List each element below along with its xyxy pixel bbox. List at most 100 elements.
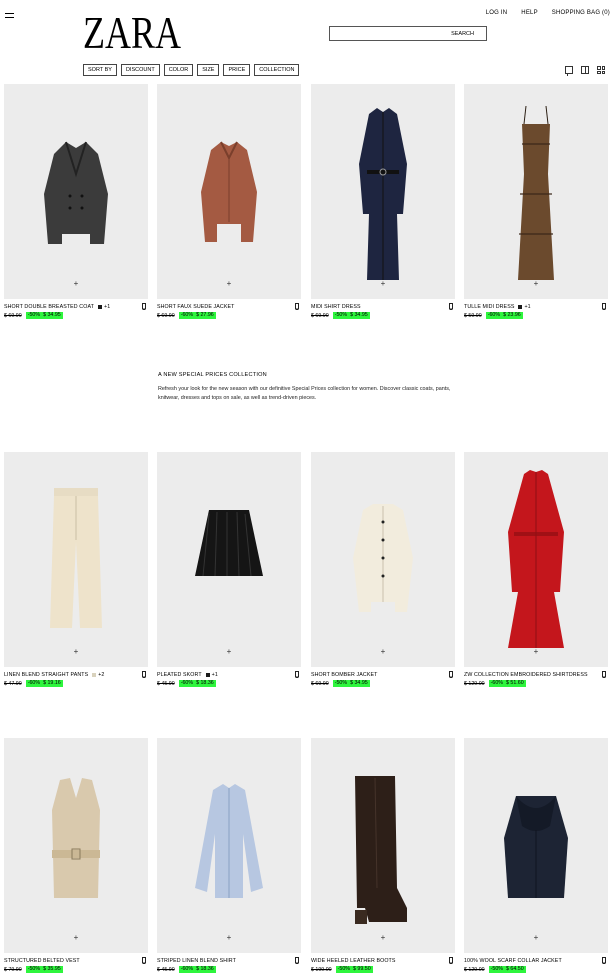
product-name[interactable]: ZW COLLECTION EMBROIDERED SHIRTDRESS xyxy=(464,672,588,678)
add-to-bag-icon[interactable]: + xyxy=(534,280,539,288)
more-colors-count: +1 xyxy=(104,303,111,310)
bookmark-icon[interactable] xyxy=(142,303,146,310)
two-column-view-icon[interactable] xyxy=(581,66,589,74)
product-name[interactable]: PLEATED SKORT xyxy=(157,672,202,678)
size-filter-button[interactable]: SIZE xyxy=(197,64,220,76)
search-label: SEARCH xyxy=(451,31,474,37)
search-input[interactable]: SEARCH xyxy=(329,26,487,41)
shopping-bag-link[interactable]: SHOPPING BAG (0) xyxy=(552,10,610,16)
sale-price: $ 64.50 xyxy=(505,966,526,973)
shirt-icon xyxy=(195,784,263,898)
product-image[interactable]: + xyxy=(311,738,455,953)
help-link[interactable]: HELP xyxy=(521,10,537,16)
sort-by-button[interactable]: SORT BY xyxy=(83,64,117,76)
grid-view-icon[interactable] xyxy=(597,66,605,74)
product-name-row: 100% WOOL SCARF COLLAR JACKET xyxy=(464,957,608,964)
shirt-dress-icon xyxy=(359,108,407,280)
product-card[interactable]: +100% WOOL SCARF COLLAR JACKET $ 129.00 -5… xyxy=(464,738,608,973)
product-image[interactable]: + xyxy=(311,452,455,667)
product-card[interactable]: + SHORT DOUBLE BREASTED COAT +1 $ 69.90 -50%… xyxy=(4,84,148,319)
product-image[interactable]: + xyxy=(4,452,148,667)
add-to-bag-icon[interactable]: + xyxy=(534,934,539,942)
bookmark-icon[interactable] xyxy=(449,671,453,678)
add-to-bag-icon[interactable]: + xyxy=(381,648,386,656)
product-name[interactable]: STRUCTURED BELTED VEST xyxy=(4,958,80,964)
original-price: $ 129.00 xyxy=(464,966,485,973)
color-filter-button[interactable]: COLOR xyxy=(163,64,194,76)
color-swatch[interactable] xyxy=(205,672,210,677)
product-name[interactable]: TULLE MIDI DRESS xyxy=(464,304,514,310)
product-card[interactable]: + ZW COLLECTION EMBROIDERED SHIRTDRESS $ 1… xyxy=(464,452,608,687)
product-image[interactable]: + xyxy=(311,84,455,299)
product-name[interactable]: SHORT DOUBLE BREASTED COAT xyxy=(4,304,94,310)
menu-icon[interactable] xyxy=(5,13,14,18)
single-view-icon[interactable] xyxy=(565,66,573,76)
discount-badge: -60% xyxy=(178,966,196,973)
sale-price: $ 51.60 xyxy=(505,680,526,687)
discount-badge: -60% xyxy=(25,680,43,687)
color-swatch[interactable] xyxy=(518,304,523,309)
red-shirtdress-icon xyxy=(508,470,564,648)
price-row: $ 129.00 -60% $ 51.60 xyxy=(464,680,608,687)
add-to-bag-icon[interactable]: + xyxy=(74,280,79,288)
add-to-bag-icon[interactable]: + xyxy=(74,648,79,656)
product-card[interactable]: + STRIPED LINEN BLEND SHIRT $ 45.90 -60% $ 1… xyxy=(157,738,301,973)
price-filter-button[interactable]: PRICE xyxy=(223,64,251,76)
sale-price: $ 27.96 xyxy=(195,312,216,319)
add-to-bag-icon[interactable]: + xyxy=(381,280,386,288)
add-to-bag-icon[interactable]: + xyxy=(227,648,232,656)
product-card[interactable]: + WIDE HEELED LEATHER BOOTS $ 199.00 -50% $ … xyxy=(311,738,455,973)
original-price: $ 59.90 xyxy=(464,312,482,319)
bookmark-icon[interactable] xyxy=(602,303,606,310)
bookmark-icon[interactable] xyxy=(602,957,606,964)
product-name[interactable]: WIDE HEELED LEATHER BOOTS xyxy=(311,958,396,964)
product-card[interactable]: + LINEN BLEND STRAIGHT PANTS +2 $ 47.90 -60%… xyxy=(4,452,148,687)
product-card[interactable]: + SHORT FAUX SUEDE JACKET $ 69.90 -60% $ 27.… xyxy=(157,84,301,319)
product-card[interactable]: + STRUCTURED BELTED VEST $ 79.90 -50% $ 35.9… xyxy=(4,738,148,973)
product-card[interactable]: + PLEATED SKORT +1 $ 45.90 -60% $ 18.36 xyxy=(157,452,301,687)
product-image[interactable]: + xyxy=(4,84,148,299)
product-name[interactable]: SHORT BOMBER JACKET xyxy=(311,672,377,678)
add-to-bag-icon[interactable]: + xyxy=(534,648,539,656)
product-card[interactable]: + TULLE MIDI DRESS +1 $ 59.90 -60% $ 23.96 xyxy=(464,84,608,319)
sale-price: $ 19.16 xyxy=(42,680,63,687)
product-image[interactable]: + xyxy=(157,84,301,299)
product-image[interactable]: + xyxy=(4,738,148,953)
product-image[interactable]: + xyxy=(157,452,301,667)
product-image[interactable]: + xyxy=(464,452,608,667)
zara-logo[interactable]: ZARA xyxy=(82,10,182,52)
discount-filter-button[interactable]: DISCOUNT xyxy=(120,64,160,76)
color-swatch[interactable] xyxy=(98,304,103,309)
product-image[interactable]: + xyxy=(464,84,608,299)
brand-wordmark: ZARA xyxy=(83,10,181,52)
color-swatch[interactable] xyxy=(92,672,97,677)
product-card[interactable]: + MIDI SHIRT DRESS $ 69.90 -50% $ 34.95 xyxy=(311,84,455,319)
product-name-row: WIDE HEELED LEATHER BOOTS xyxy=(311,957,455,964)
product-image[interactable]: + xyxy=(464,738,608,953)
collection-filter-button[interactable]: COLLECTION xyxy=(254,64,300,76)
bookmark-icon[interactable] xyxy=(295,957,299,964)
product-name[interactable]: MIDI SHIRT DRESS xyxy=(311,304,361,310)
sale-price: $ 34.95 xyxy=(42,312,63,319)
product-image[interactable]: + xyxy=(157,738,301,953)
bookmark-icon[interactable] xyxy=(295,303,299,310)
vest-icon xyxy=(52,778,100,898)
add-to-bag-icon[interactable]: + xyxy=(74,934,79,942)
bookmark-icon[interactable] xyxy=(449,303,453,310)
bookmark-icon[interactable] xyxy=(295,671,299,678)
suede-jacket-icon xyxy=(201,141,257,242)
product-name[interactable]: 100% WOOL SCARF COLLAR JACKET xyxy=(464,958,562,964)
bookmark-icon[interactable] xyxy=(449,957,453,964)
bookmark-icon[interactable] xyxy=(142,957,146,964)
login-link[interactable]: LOG IN xyxy=(486,10,508,16)
add-to-bag-icon[interactable]: + xyxy=(381,934,386,942)
bookmark-icon[interactable] xyxy=(602,671,606,678)
product-name[interactable]: LINEN BLEND STRAIGHT PANTS xyxy=(4,672,88,678)
product-name[interactable]: SHORT FAUX SUEDE JACKET xyxy=(157,304,234,310)
product-card[interactable]: + SHORT BOMBER JACKET $ 69.90 -50% $ 34.95 xyxy=(311,452,455,687)
add-to-bag-icon[interactable]: + xyxy=(227,280,232,288)
sale-price: $ 99.50 xyxy=(352,966,373,973)
bookmark-icon[interactable] xyxy=(142,671,146,678)
add-to-bag-icon[interactable]: + xyxy=(227,934,232,942)
product-name[interactable]: STRIPED LINEN BLEND SHIRT xyxy=(157,958,236,964)
